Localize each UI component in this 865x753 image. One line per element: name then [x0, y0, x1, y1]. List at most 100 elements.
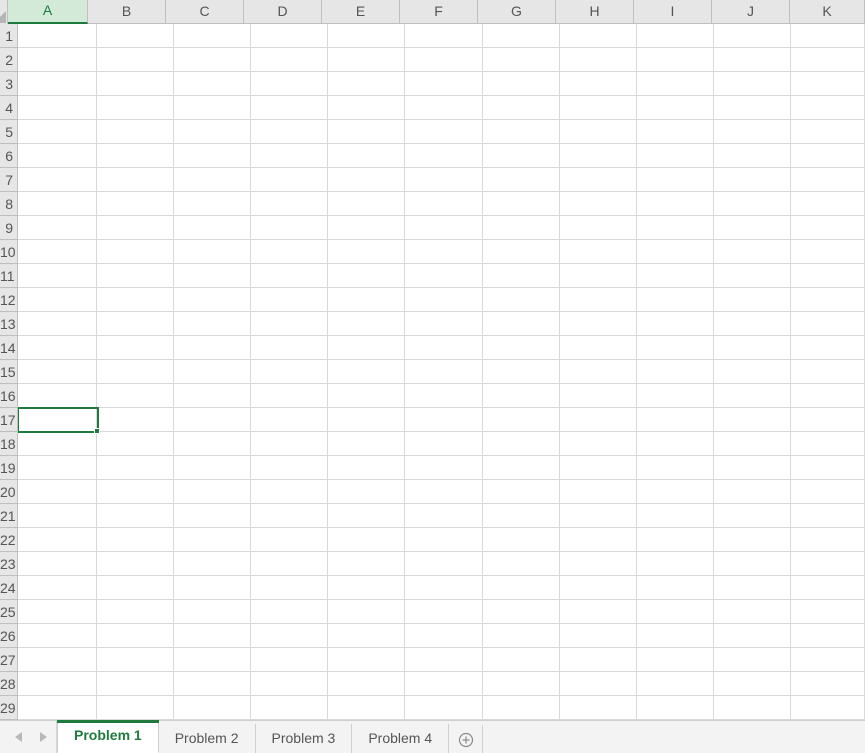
cell-I13[interactable] [637, 312, 714, 336]
cell-E26[interactable] [328, 624, 405, 648]
cell-K4[interactable] [791, 96, 865, 120]
row-header-2[interactable]: 2 [0, 48, 17, 72]
cell-E10[interactable] [328, 240, 405, 264]
cell-I15[interactable] [637, 360, 714, 384]
cell-A27[interactable] [18, 648, 97, 672]
cell-E1[interactable] [328, 24, 405, 48]
cell-J8[interactable] [714, 192, 791, 216]
cell-E3[interactable] [328, 72, 405, 96]
select-all-triangle[interactable] [0, 0, 8, 24]
column-header-J[interactable]: J [712, 0, 790, 24]
cell-A19[interactable] [18, 456, 97, 480]
cell-A9[interactable] [18, 216, 97, 240]
cell-K9[interactable] [791, 216, 865, 240]
sheet-nav-next-icon[interactable] [38, 731, 48, 743]
cell-K5[interactable] [791, 120, 865, 144]
cell-H13[interactable] [560, 312, 637, 336]
cell-H14[interactable] [560, 336, 637, 360]
row-header-27[interactable]: 27 [0, 648, 17, 672]
cell-A18[interactable] [18, 432, 97, 456]
cell-I20[interactable] [637, 480, 714, 504]
cell-G20[interactable] [483, 480, 560, 504]
cell-I14[interactable] [637, 336, 714, 360]
cell-C29[interactable] [174, 696, 251, 720]
cell-I11[interactable] [637, 264, 714, 288]
cell-G29[interactable] [483, 696, 560, 720]
cell-A24[interactable] [18, 576, 97, 600]
cell-G17[interactable] [483, 408, 560, 432]
cell-F16[interactable] [405, 384, 482, 408]
cell-E16[interactable] [328, 384, 405, 408]
row-header-24[interactable]: 24 [0, 576, 17, 600]
cell-K8[interactable] [791, 192, 865, 216]
cell-E17[interactable] [328, 408, 405, 432]
cell-E4[interactable] [328, 96, 405, 120]
cell-H12[interactable] [560, 288, 637, 312]
cell-F25[interactable] [405, 600, 482, 624]
row-header-19[interactable]: 19 [0, 456, 17, 480]
row-header-15[interactable]: 15 [0, 360, 17, 384]
cell-H3[interactable] [560, 72, 637, 96]
row-header-8[interactable]: 8 [0, 192, 17, 216]
cell-J18[interactable] [714, 432, 791, 456]
cell-I8[interactable] [637, 192, 714, 216]
row-header-6[interactable]: 6 [0, 144, 17, 168]
cell-D27[interactable] [251, 648, 328, 672]
cell-B1[interactable] [97, 24, 174, 48]
cell-F13[interactable] [405, 312, 482, 336]
column-header-E[interactable]: E [322, 0, 400, 24]
cell-E9[interactable] [328, 216, 405, 240]
cell-A2[interactable] [18, 48, 97, 72]
cell-G8[interactable] [483, 192, 560, 216]
cell-A16[interactable] [18, 384, 97, 408]
cell-A11[interactable] [18, 264, 97, 288]
cell-D18[interactable] [251, 432, 328, 456]
cell-C15[interactable] [174, 360, 251, 384]
cell-C2[interactable] [174, 48, 251, 72]
cell-E7[interactable] [328, 168, 405, 192]
cell-H21[interactable] [560, 504, 637, 528]
cell-A3[interactable] [18, 72, 97, 96]
cell-A20[interactable] [18, 480, 97, 504]
cell-H22[interactable] [560, 528, 637, 552]
cell-F24[interactable] [405, 576, 482, 600]
cell-J9[interactable] [714, 216, 791, 240]
cell-A15[interactable] [18, 360, 97, 384]
cell-E18[interactable] [328, 432, 405, 456]
cell-D1[interactable] [251, 24, 328, 48]
cell-J24[interactable] [714, 576, 791, 600]
cell-C25[interactable] [174, 600, 251, 624]
cell-F5[interactable] [405, 120, 482, 144]
cell-I3[interactable] [637, 72, 714, 96]
cell-J6[interactable] [714, 144, 791, 168]
cell-H1[interactable] [560, 24, 637, 48]
cell-H11[interactable] [560, 264, 637, 288]
row-header-9[interactable]: 9 [0, 216, 17, 240]
cell-I9[interactable] [637, 216, 714, 240]
cell-A6[interactable] [18, 144, 97, 168]
cell-C28[interactable] [174, 672, 251, 696]
cell-I19[interactable] [637, 456, 714, 480]
cell-H4[interactable] [560, 96, 637, 120]
cell-A22[interactable] [18, 528, 97, 552]
cell-E22[interactable] [328, 528, 405, 552]
cell-A14[interactable] [18, 336, 97, 360]
cell-A29[interactable] [18, 696, 97, 720]
row-header-16[interactable]: 16 [0, 384, 17, 408]
cell-B9[interactable] [97, 216, 174, 240]
column-header-K[interactable]: K [790, 0, 865, 24]
cell-H8[interactable] [560, 192, 637, 216]
cell-B2[interactable] [97, 48, 174, 72]
row-header-28[interactable]: 28 [0, 672, 17, 696]
cell-C1[interactable] [174, 24, 251, 48]
cell-D9[interactable] [251, 216, 328, 240]
cell-I22[interactable] [637, 528, 714, 552]
cell-E5[interactable] [328, 120, 405, 144]
cell-J1[interactable] [714, 24, 791, 48]
row-header-18[interactable]: 18 [0, 432, 17, 456]
row-header-26[interactable]: 26 [0, 624, 17, 648]
cell-D28[interactable] [251, 672, 328, 696]
cell-I18[interactable] [637, 432, 714, 456]
cell-C18[interactable] [174, 432, 251, 456]
cell-C24[interactable] [174, 576, 251, 600]
